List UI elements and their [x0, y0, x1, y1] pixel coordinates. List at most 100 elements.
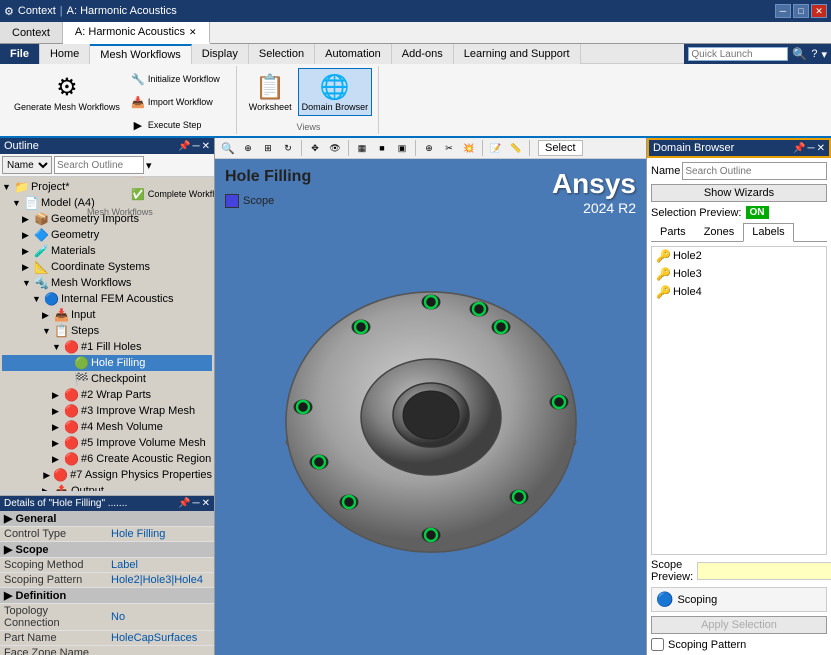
- vp-annotation-btn[interactable]: 📝: [487, 139, 505, 157]
- db-search-input[interactable]: [682, 162, 827, 180]
- tree-toggle-icon[interactable]: ▶: [52, 454, 64, 465]
- tree-item[interactable]: ▶🔷Geometry: [2, 227, 212, 243]
- scoping-pattern-checkbox[interactable]: [651, 638, 664, 651]
- ribbon-tab-display[interactable]: Display: [192, 44, 249, 64]
- show-wizards-btn[interactable]: Show Wizards: [651, 184, 827, 202]
- vp-zoom-out-btn[interactable]: 🔍: [219, 139, 237, 157]
- ribbon-tab-selection[interactable]: Selection: [249, 44, 315, 64]
- vp-view-btn[interactable]: 👁: [326, 139, 344, 157]
- tree-toggle-icon[interactable]: ▶: [43, 470, 53, 481]
- tree-item[interactable]: ▶🧪Materials: [2, 243, 212, 259]
- tree-toggle-icon[interactable]: ▶: [22, 262, 34, 273]
- tree-toggle-icon[interactable]: ▶: [52, 422, 64, 433]
- details-pin-icon[interactable]: 📌: [178, 498, 190, 509]
- tab-context[interactable]: Context: [0, 22, 63, 43]
- ribbon-tab-addons[interactable]: Add-ons: [392, 44, 454, 64]
- vp-edge-btn[interactable]: ▣: [393, 139, 411, 157]
- ribbon-tab-automation[interactable]: Automation: [315, 44, 392, 64]
- vp-rotate-btn[interactable]: ↻: [279, 139, 297, 157]
- tree-toggle-icon[interactable]: ▼: [52, 342, 64, 352]
- quick-launch-help-icon[interactable]: ?: [811, 48, 817, 60]
- tree-item[interactable]: 🏁Checkpoint: [2, 371, 212, 387]
- maximize-button[interactable]: □: [793, 4, 809, 18]
- outline-filter-icon[interactable]: ▾: [146, 159, 152, 172]
- ribbon-tab-home[interactable]: Home: [40, 44, 90, 64]
- tree-item[interactable]: ▶📐Coordinate Systems: [2, 259, 212, 275]
- worksheet-btn[interactable]: 📋 Worksheet: [245, 68, 296, 116]
- db-tab-parts[interactable]: Parts: [651, 223, 695, 241]
- tree-toggle-icon[interactable]: ▶: [22, 230, 34, 241]
- vp-zoom-in-btn[interactable]: ⊕: [239, 139, 257, 157]
- tree-item[interactable]: ▶🔴#5 Improve Volume Mesh: [2, 435, 212, 451]
- scoping-item[interactable]: 🔵 Scoping: [651, 587, 827, 612]
- outline-minimize-icon[interactable]: ─: [193, 141, 200, 152]
- ribbon-tab-file[interactable]: File: [0, 44, 40, 64]
- tree-item[interactable]: 🟢Hole Filling: [2, 355, 212, 371]
- tree-toggle-icon[interactable]: ▶: [22, 246, 34, 257]
- tree-item[interactable]: ▶🔴#3 Improve Wrap Mesh: [2, 403, 212, 419]
- details-minimize-icon[interactable]: ─: [193, 498, 200, 509]
- tree-toggle-icon[interactable]: ▼: [22, 278, 34, 288]
- apply-selection-btn[interactable]: Apply Selection: [651, 616, 827, 634]
- tab-close-icon[interactable]: ✕: [189, 27, 197, 38]
- details-close-icon[interactable]: ✕: [202, 498, 210, 509]
- db-pin-icon[interactable]: 📌: [793, 143, 805, 154]
- initialize-workflow-btn[interactable]: 🔧 Initialize Workflow: [126, 68, 230, 90]
- vp-measure-btn[interactable]: 📏: [507, 139, 525, 157]
- tree-toggle-icon[interactable]: ▶: [52, 438, 64, 449]
- vp-clipping-btn[interactable]: ✂: [440, 139, 458, 157]
- tree-item[interactable]: ▶🔴#6 Create Acoustic Region: [2, 451, 212, 467]
- tree-toggle-icon[interactable]: ▼: [42, 326, 54, 336]
- db-close-icon[interactable]: ✕: [817, 143, 825, 154]
- tree-item[interactable]: ▼🔵Internal FEM Acoustics: [2, 291, 212, 307]
- close-button[interactable]: ✕: [811, 4, 827, 18]
- tree-toggle-icon[interactable]: ▼: [12, 198, 24, 208]
- db-tab-zones[interactable]: Zones: [695, 223, 744, 241]
- outline-search-input[interactable]: [54, 156, 144, 174]
- db-list-item[interactable]: 🔑Hole2: [652, 247, 826, 265]
- db-list-item[interactable]: 🔑Hole4: [652, 283, 826, 301]
- vp-fit-btn[interactable]: ⊞: [259, 139, 277, 157]
- tree-item[interactable]: ▶🔴#4 Mesh Volume: [2, 419, 212, 435]
- tree-item[interactable]: ▼🔴#1 Fill Holes: [2, 339, 212, 355]
- import-workflow-btn[interactable]: 📥 Import Workflow: [126, 91, 230, 113]
- tree-item[interactable]: ▶📦Geometry Imports: [2, 211, 212, 227]
- quick-launch-menu-icon[interactable]: ▾: [821, 48, 827, 61]
- tree-item[interactable]: ▼📁Project*: [2, 179, 212, 195]
- scope-preview-input[interactable]: [697, 562, 831, 580]
- db-minimize-icon[interactable]: ─: [808, 143, 815, 154]
- outline-close-icon[interactable]: ✕: [202, 141, 210, 152]
- domain-browser-btn[interactable]: 🌐 Domain Browser: [298, 68, 373, 116]
- selection-preview-on-badge[interactable]: ON: [746, 206, 769, 219]
- tree-item[interactable]: ▼📋Steps: [2, 323, 212, 339]
- vp-pan-btn[interactable]: ✥: [306, 139, 324, 157]
- vp-explode-btn[interactable]: 💥: [460, 139, 478, 157]
- tree-item[interactable]: ▼🔩Mesh Workflows: [2, 275, 212, 291]
- tree-toggle-icon[interactable]: ▼: [32, 294, 44, 304]
- quick-launch-input[interactable]: [688, 47, 788, 61]
- generate-mesh-workflows-btn[interactable]: ⚙ Generate Mesh Workflows: [10, 68, 124, 116]
- minimize-button[interactable]: ─: [775, 4, 791, 18]
- tree-toggle-icon[interactable]: ▶: [52, 390, 64, 401]
- vp-solid-btn[interactable]: ■: [373, 139, 391, 157]
- vp-axis-btn[interactable]: ⊕: [420, 139, 438, 157]
- ribbon-tab-mesh-workflows[interactable]: Mesh Workflows: [90, 44, 191, 64]
- db-list-item[interactable]: 🔑Hole3: [652, 265, 826, 283]
- execute-step-btn[interactable]: ▶ Execute Step: [126, 114, 230, 136]
- db-tab-labels[interactable]: Labels: [743, 223, 793, 242]
- ribbon-tab-learning[interactable]: Learning and Support: [454, 44, 581, 64]
- tree-item[interactable]: ▶📥Input: [2, 307, 212, 323]
- tree-toggle-icon[interactable]: ▶: [52, 406, 64, 417]
- vp-wireframe-btn[interactable]: ▦: [353, 139, 371, 157]
- viewport-select-label[interactable]: Select: [538, 140, 583, 156]
- outline-pin-icon[interactable]: 📌: [178, 141, 190, 152]
- tree-toggle-icon[interactable]: ▼: [2, 182, 14, 192]
- outline-name-select[interactable]: Name: [2, 156, 52, 174]
- tree-item[interactable]: ▶🔴#7 Assign Physics Properties: [2, 467, 212, 483]
- tree-toggle-icon[interactable]: ▶: [42, 310, 54, 321]
- tree-item[interactable]: ▶📤Output: [2, 483, 212, 491]
- tab-harmonic-acoustics[interactable]: A: Harmonic Acoustics ✕: [63, 22, 210, 44]
- tree-toggle-icon[interactable]: ▶: [22, 214, 34, 225]
- tree-item[interactable]: ▼📄Model (A4): [2, 195, 212, 211]
- tree-item[interactable]: ▶🔴#2 Wrap Parts: [2, 387, 212, 403]
